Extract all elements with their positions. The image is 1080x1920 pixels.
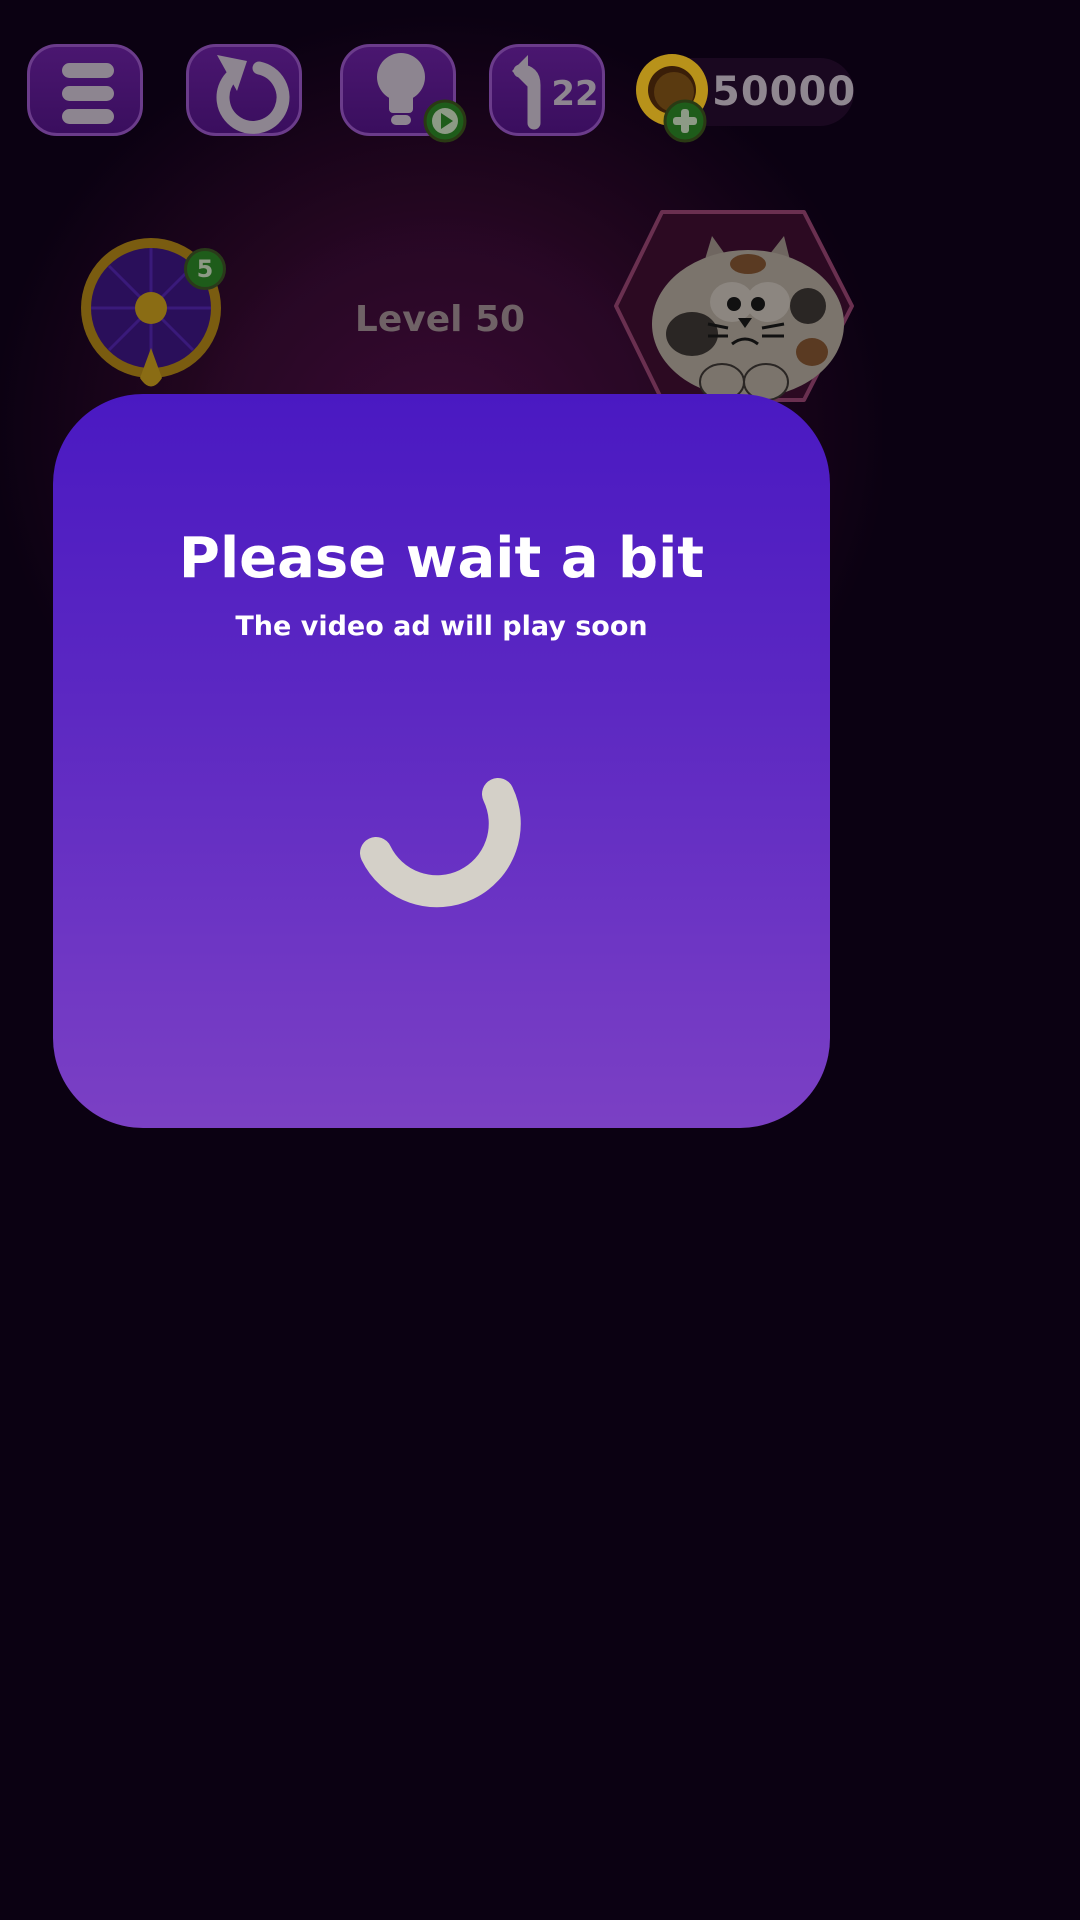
dialog-title: Please wait a bit: [178, 526, 705, 591]
coin-value: 50000: [712, 69, 857, 115]
undo-count: 22: [551, 74, 599, 114]
undo-button[interactable]: 22: [489, 44, 605, 136]
wheel-spins-badge: 5: [184, 248, 226, 290]
loading-spinner-icon: [360, 778, 521, 908]
loading-dialog: Please wait a bit The video ad will play…: [53, 394, 830, 1128]
cat-mascot-icon[interactable]: [612, 206, 856, 406]
plus-icon[interactable]: [662, 98, 708, 144]
restart-icon: [216, 55, 290, 134]
hamburger-menu-icon: [62, 63, 114, 124]
dialog-subtitle: The video ad will play soon: [235, 611, 648, 642]
menu-button[interactable]: [27, 44, 143, 136]
play-video-icon: [423, 99, 467, 143]
restart-button[interactable]: [186, 44, 302, 136]
level-title: Level 50: [354, 299, 526, 340]
